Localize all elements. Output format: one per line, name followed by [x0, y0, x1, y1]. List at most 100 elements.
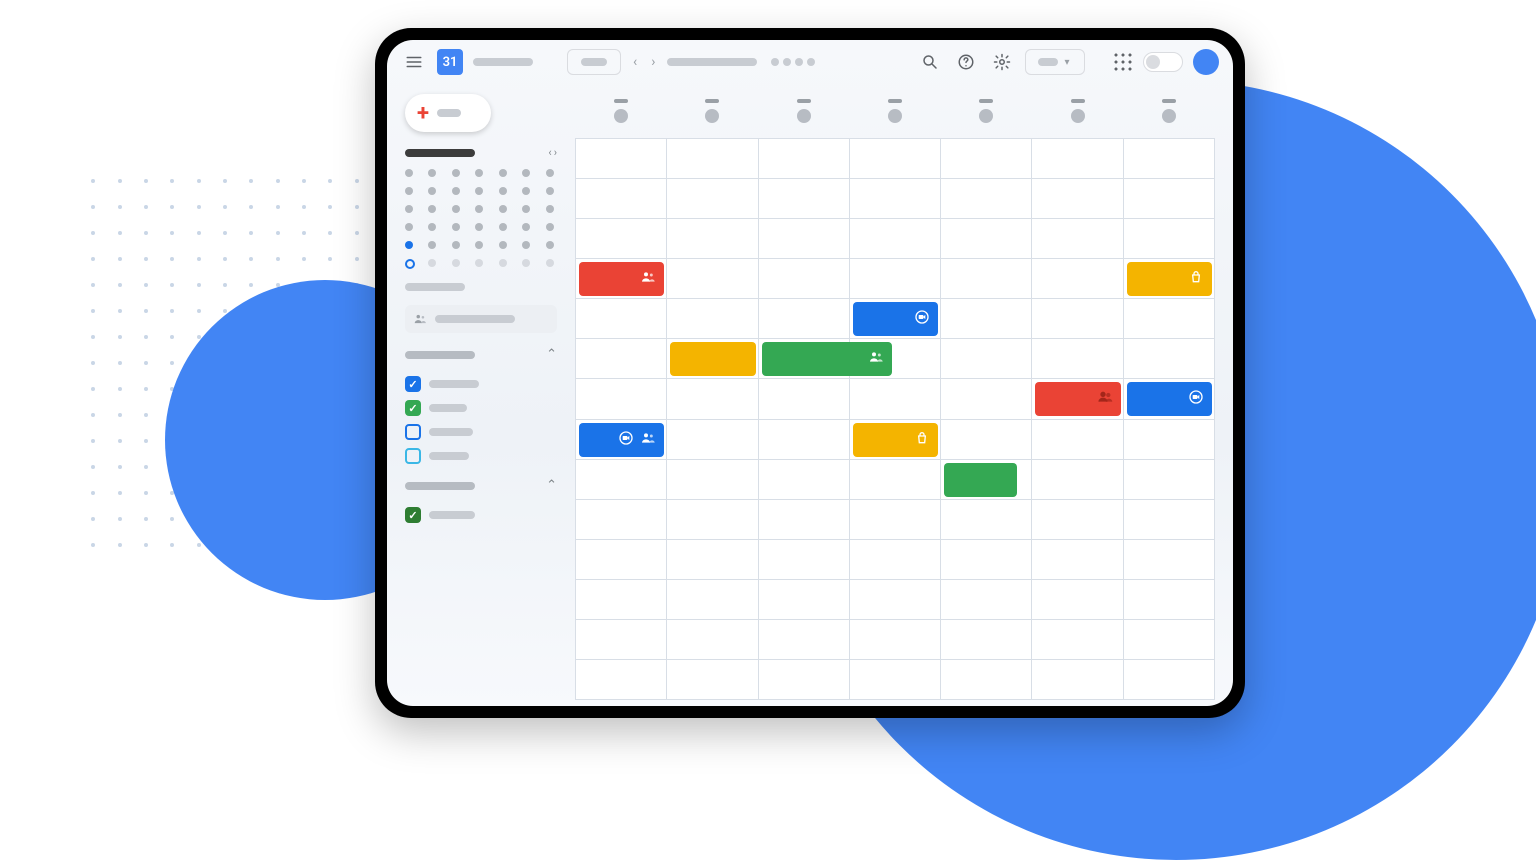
mini-calendar-day[interactable]: [428, 187, 436, 195]
mini-calendar-day[interactable]: [546, 205, 554, 213]
grid-cell[interactable]: [1032, 540, 1123, 580]
next-period-button[interactable]: ›: [649, 54, 657, 70]
mini-calendar-day[interactable]: [428, 241, 436, 249]
calendar-event[interactable]: [1127, 262, 1212, 296]
grid-cell[interactable]: [850, 379, 941, 419]
grid-cell[interactable]: [941, 540, 1032, 580]
grid-cell[interactable]: [941, 339, 1032, 379]
mini-calendar-day[interactable]: [546, 187, 554, 195]
today-button[interactable]: [567, 49, 621, 75]
settings-icon[interactable]: [989, 49, 1015, 75]
day-number[interactable]: [705, 109, 719, 123]
mini-calendar-day[interactable]: [428, 223, 436, 231]
mini-calendar-day[interactable]: [475, 205, 483, 213]
grid-cell[interactable]: [667, 299, 758, 339]
my-calendars-header[interactable]: ⌃: [405, 347, 557, 362]
grid-cell[interactable]: [759, 379, 850, 419]
day-number[interactable]: [1071, 109, 1085, 123]
grid-cell[interactable]: [576, 500, 667, 540]
mini-calendar-day[interactable]: [452, 259, 460, 267]
mini-calendar-day[interactable]: [475, 259, 483, 267]
mini-calendar-day[interactable]: [546, 169, 554, 177]
grid-cell[interactable]: [1124, 580, 1215, 620]
grid-cell[interactable]: [1032, 139, 1123, 179]
grid-cell[interactable]: [667, 620, 758, 660]
grid-cell[interactable]: [667, 139, 758, 179]
grid-cell[interactable]: [941, 139, 1032, 179]
mini-calendar-day[interactable]: [405, 223, 413, 231]
mini-calendar[interactable]: [405, 169, 557, 269]
calendar-checkbox[interactable]: [405, 507, 421, 523]
grid-cell[interactable]: [1124, 500, 1215, 540]
mini-calendar-day[interactable]: [405, 241, 413, 249]
mini-calendar-day[interactable]: [499, 205, 507, 213]
grid-cell[interactable]: [1032, 420, 1123, 460]
grid-cell[interactable]: [667, 500, 758, 540]
mini-calendar-day[interactable]: [522, 259, 530, 267]
grid-cell[interactable]: [667, 580, 758, 620]
grid-cell[interactable]: [1032, 339, 1123, 379]
toggle-switch[interactable]: [1143, 52, 1183, 72]
mini-calendar-day[interactable]: [428, 205, 436, 213]
view-selector[interactable]: ▾: [1025, 49, 1085, 75]
mini-calendar-day[interactable]: [499, 187, 507, 195]
mini-calendar-day[interactable]: [405, 169, 413, 177]
mini-calendar-day[interactable]: [428, 169, 436, 177]
grid-cell[interactable]: [1124, 339, 1215, 379]
grid-cell[interactable]: [941, 179, 1032, 219]
day-number[interactable]: [979, 109, 993, 123]
grid-cell[interactable]: [850, 139, 941, 179]
calendar-event[interactable]: [579, 423, 664, 457]
grid-cell[interactable]: [667, 540, 758, 580]
grid-cell[interactable]: [759, 460, 850, 500]
mini-calendar-day[interactable]: [475, 223, 483, 231]
day-number[interactable]: [797, 109, 811, 123]
day-number[interactable]: [888, 109, 902, 123]
grid-cell[interactable]: [576, 540, 667, 580]
grid-cell[interactable]: [576, 179, 667, 219]
grid-cell[interactable]: [759, 540, 850, 580]
grid-cell[interactable]: [850, 540, 941, 580]
calendar-item[interactable]: [405, 448, 557, 464]
calendar-item[interactable]: [405, 507, 557, 523]
grid-cell[interactable]: [1032, 580, 1123, 620]
grid-cell[interactable]: [576, 620, 667, 660]
grid-cell[interactable]: [759, 620, 850, 660]
mini-calendar-day[interactable]: [452, 205, 460, 213]
grid-cell[interactable]: [759, 420, 850, 460]
calendar-item[interactable]: [405, 376, 557, 392]
grid-cell[interactable]: [941, 580, 1032, 620]
mini-calendar-day[interactable]: [475, 187, 483, 195]
grid-cell[interactable]: [1124, 540, 1215, 580]
grid-cell[interactable]: [850, 580, 941, 620]
grid-cell[interactable]: [1032, 660, 1123, 700]
grid-cell[interactable]: [759, 259, 850, 299]
grid-cell[interactable]: [759, 139, 850, 179]
grid-cell[interactable]: [1124, 420, 1215, 460]
prev-period-button[interactable]: ‹: [631, 54, 639, 70]
grid-cell[interactable]: [576, 379, 667, 419]
calendar-checkbox[interactable]: [405, 424, 421, 440]
grid-cell[interactable]: [941, 620, 1032, 660]
day-number[interactable]: [614, 109, 628, 123]
apps-icon[interactable]: [1113, 52, 1133, 72]
help-icon[interactable]: [953, 49, 979, 75]
mini-calendar-day[interactable]: [499, 241, 507, 249]
grid-cell[interactable]: [941, 660, 1032, 700]
grid-cell[interactable]: [1032, 620, 1123, 660]
grid-cell[interactable]: [1124, 460, 1215, 500]
mini-calendar-day[interactable]: [522, 187, 530, 195]
grid-cell[interactable]: [667, 259, 758, 299]
mini-calendar-day[interactable]: [499, 223, 507, 231]
grid-cell[interactable]: [941, 259, 1032, 299]
calendar-checkbox[interactable]: [405, 448, 421, 464]
grid-cell[interactable]: [667, 420, 758, 460]
mini-calendar-day[interactable]: [546, 241, 554, 249]
create-button[interactable]: +: [405, 94, 491, 132]
mini-calendar-day[interactable]: [475, 169, 483, 177]
grid-cell[interactable]: [850, 259, 941, 299]
mini-calendar-day[interactable]: [452, 223, 460, 231]
mini-calendar-day[interactable]: [499, 169, 507, 177]
grid-cell[interactable]: [1124, 620, 1215, 660]
mini-calendar-day[interactable]: [405, 205, 413, 213]
